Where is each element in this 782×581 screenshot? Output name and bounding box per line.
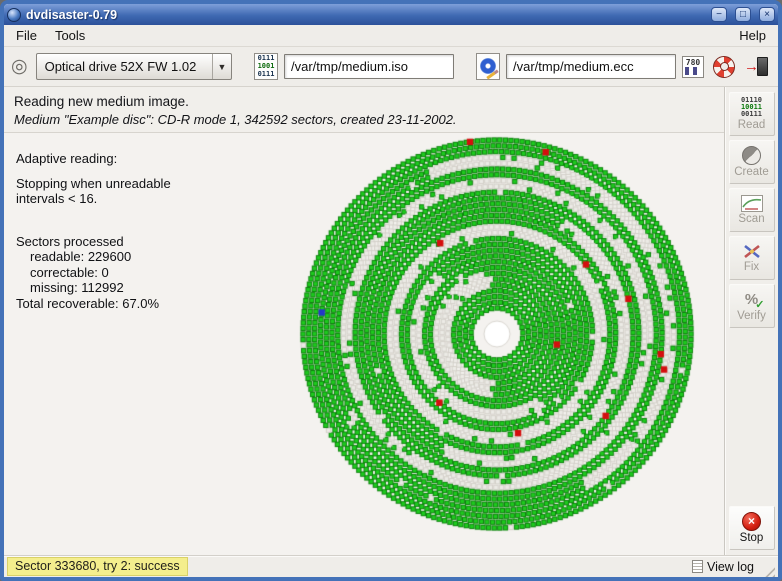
missing-count: missing: 112992: [16, 280, 171, 296]
binary-row: 1001: [258, 63, 275, 70]
content-row: Reading new medium image. Medium "Exampl…: [4, 87, 778, 555]
fix-tools-icon: [742, 243, 762, 260]
door-shape: [757, 57, 768, 76]
scan-button[interactable]: Scan: [729, 188, 775, 232]
statusbar: Sector 333680, try 2: success View log: [4, 555, 778, 577]
menubar: File Tools Help: [4, 25, 778, 47]
stop-x-icon: ×: [742, 512, 761, 531]
scan-label: Scan: [738, 213, 764, 225]
checker-pattern: [685, 67, 701, 75]
stopping-condition: Stopping when unreadable intervals < 16.: [16, 176, 171, 207]
read-button[interactable]: 01110 10011 00111 Read: [729, 92, 775, 136]
adaptive-reading-label: Adaptive reading:: [16, 151, 171, 167]
read-binary-icon: 01110 10011 00111: [741, 97, 762, 118]
app-window: dvdisaster-0.79 − □ × File Tools Help ◎ …: [0, 0, 782, 581]
resize-grip[interactable]: [762, 564, 775, 577]
lifebuoy-center: [720, 62, 729, 71]
binary-row: 00111: [741, 111, 762, 118]
action-sidebar: 01110 10011 00111 Read Create Scan: [724, 87, 778, 555]
reading-stats: Adaptive reading: Stopping when unreadab…: [16, 151, 171, 311]
app-icon: [7, 8, 21, 22]
preferences-icon[interactable]: 780: [682, 56, 704, 78]
binary-row: 0111: [258, 55, 275, 62]
chevron-down-icon: ▼: [212, 54, 231, 79]
status-message: Sector 333680, try 2: success: [7, 557, 188, 576]
stop-button[interactable]: × Stop: [729, 506, 775, 550]
status-heading: Reading new medium image. Medium "Exampl…: [4, 87, 724, 133]
read-label: Read: [738, 119, 766, 131]
create-button[interactable]: Create: [729, 140, 775, 184]
menu-help[interactable]: Help: [730, 25, 775, 46]
fix-label: Fix: [744, 261, 759, 273]
log-page-icon: [692, 560, 703, 573]
medium-info-line: Medium "Example disc": CD-R mode 1, 3425…: [14, 112, 714, 127]
total-recoverable: Total recoverable: 67.0%: [16, 296, 171, 312]
readable-count: readable: 229600: [16, 249, 171, 265]
preferences-digits: 780: [686, 58, 700, 67]
minimize-button[interactable]: −: [711, 7, 727, 22]
verify-percent-icon: % ✓: [742, 291, 762, 309]
menu-tools[interactable]: Tools: [46, 25, 94, 46]
toolbar: ◎ Optical drive 52X FW 1.02 ▼ 0111 1001 …: [4, 47, 778, 87]
toolbar-right-group: 780 →: [682, 56, 771, 78]
reading-area: Adaptive reading: Stopping when unreadab…: [4, 133, 724, 555]
window-title: dvdisaster-0.79: [26, 8, 703, 22]
close-button[interactable]: ×: [759, 7, 775, 22]
correctable-count: correctable: 0: [16, 265, 171, 281]
stop-label: Stop: [740, 532, 764, 544]
verify-label: Verify: [737, 310, 766, 322]
main-column: Reading new medium image. Medium "Exampl…: [4, 87, 724, 555]
drive-select-value: Optical drive 52X FW 1.02: [37, 59, 212, 74]
binary-row: 0111: [258, 71, 275, 78]
create-ecc-icon: [742, 146, 761, 165]
help-lifebuoy-icon[interactable]: [713, 56, 735, 78]
stopping-line2: intervals < 16.: [16, 191, 171, 207]
view-log-button[interactable]: View log: [692, 560, 754, 574]
verify-button[interactable]: % ✓ Verify: [729, 284, 775, 328]
status-heading-line1: Reading new medium image.: [14, 94, 714, 109]
iso-path-field[interactable]: [284, 54, 454, 79]
ecc-path-field[interactable]: [506, 54, 676, 79]
view-log-label: View log: [707, 560, 754, 574]
scan-chart-icon: [741, 195, 763, 212]
disc-sector-visualization: [291, 133, 703, 540]
stopping-line1: Stopping when unreadable: [16, 176, 171, 192]
fix-button[interactable]: Fix: [729, 236, 775, 280]
sectors-processed-label: Sectors processed: [16, 234, 171, 250]
titlebar[interactable]: dvdisaster-0.79 − □ ×: [4, 4, 778, 25]
check-glyph: ✓: [755, 298, 764, 311]
optical-drive-icon: ◎: [11, 57, 28, 77]
menu-file[interactable]: File: [7, 25, 46, 46]
quit-icon[interactable]: →: [744, 56, 769, 78]
create-label: Create: [734, 166, 769, 178]
drive-select[interactable]: Optical drive 52X FW 1.02 ▼: [36, 53, 232, 80]
iso-image-icon[interactable]: 0111 1001 0111: [254, 53, 278, 80]
maximize-button[interactable]: □: [735, 7, 751, 22]
ecc-file-icon[interactable]: [476, 53, 500, 80]
